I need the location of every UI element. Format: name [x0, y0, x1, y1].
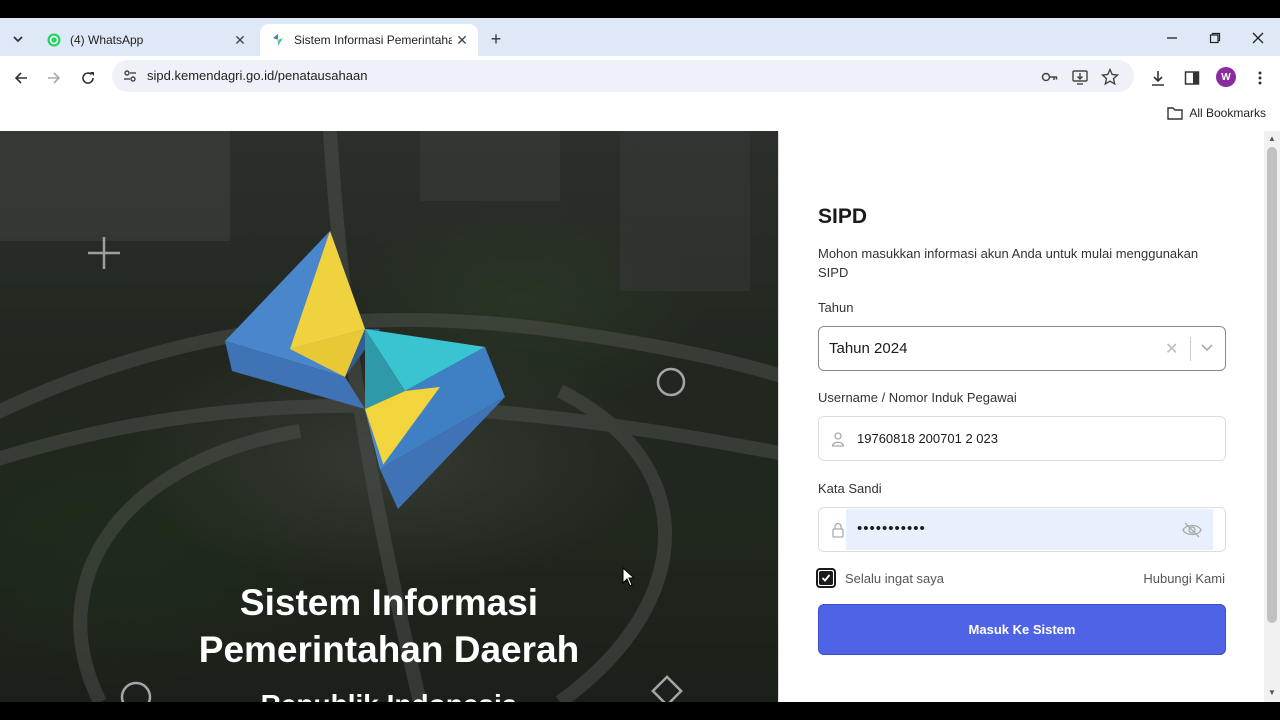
year-select[interactable]: Tahun 2024 ✕: [818, 326, 1226, 371]
scroll-down-icon[interactable]: ▼: [1268, 688, 1276, 697]
whatsapp-icon: [46, 32, 62, 48]
new-tab-button[interactable]: +: [484, 27, 508, 51]
sipd-logo: [225, 231, 505, 509]
forward-button[interactable]: [40, 64, 68, 92]
page-scrollbar[interactable]: ▲ ▼: [1264, 131, 1280, 702]
browser-toolbar: sipd.kemendagri.go.id/penatausahaan W: [0, 56, 1280, 100]
select-separator: [1190, 337, 1191, 361]
tab-sipd[interactable]: Sistem Informasi Pemerintahan ✕: [260, 24, 478, 56]
hero-title: Sistem Informasi Pemerintahan Daerah: [0, 579, 778, 673]
all-bookmarks-button[interactable]: All Bookmarks: [1167, 106, 1266, 120]
sipd-favicon-icon: [270, 32, 286, 48]
minimize-icon: [1167, 37, 1177, 39]
password-field[interactable]: •••••••••••: [818, 507, 1226, 552]
profile-avatar[interactable]: W: [1216, 67, 1236, 87]
remember-label[interactable]: Selalu ingat saya: [845, 571, 944, 586]
checkmark-icon: [821, 574, 831, 582]
tab-whatsapp[interactable]: (4) WhatsApp ✕: [36, 24, 256, 56]
all-bookmarks-label: All Bookmarks: [1189, 106, 1266, 120]
tab-title: Sistem Informasi Pemerintahan: [294, 33, 452, 47]
url-text: sipd.kemendagri.go.id/penatausahaan: [147, 68, 368, 83]
arrow-left-icon: [14, 72, 27, 84]
login-description: Mohon masukkan informasi akun Anda untuk…: [818, 246, 1199, 280]
site-settings-icon[interactable]: [122, 68, 138, 84]
username-value: 19760818 200701 2 023: [857, 431, 998, 446]
browser-chrome: (4) WhatsApp ✕ Sistem Informasi Pemerint…: [0, 18, 1280, 131]
arrow-right-icon: [48, 72, 61, 84]
eye-off-icon[interactable]: [1182, 521, 1202, 539]
login-button[interactable]: Masuk Ke Sistem: [818, 604, 1226, 655]
back-button[interactable]: [7, 64, 35, 92]
restore-button[interactable]: [1201, 26, 1229, 50]
user-icon: [831, 432, 845, 447]
screen-bottom-bar: [0, 702, 1280, 720]
year-select-value: Tahun 2024: [829, 340, 908, 357]
bookmarks-bar: All Bookmarks: [0, 100, 1280, 131]
lock-icon: [832, 522, 844, 538]
tab-search-button[interactable]: [6, 27, 30, 51]
remember-checkbox[interactable]: [816, 568, 836, 588]
chevron-down-icon[interactable]: [1200, 340, 1214, 354]
address-bar[interactable]: sipd.kemendagri.go.id/penatausahaan: [112, 60, 1134, 92]
password-value: •••••••••••: [857, 520, 926, 537]
star-icon[interactable]: [1101, 68, 1119, 86]
screen-top-bar: [0, 0, 1280, 18]
close-window-button[interactable]: [1244, 26, 1272, 50]
kebab-menu-icon[interactable]: [1250, 68, 1270, 88]
hero-background: Sistem Informasi Pemerintahan Daerah Rep…: [0, 131, 778, 702]
side-panel-icon[interactable]: [1182, 68, 1202, 88]
hero-title-line2: Pemerintahan Daerah: [198, 629, 580, 670]
folder-icon: [1167, 107, 1184, 120]
reload-button[interactable]: [74, 64, 102, 92]
login-title: SIPD: [818, 205, 868, 228]
download-icon[interactable]: [1148, 68, 1168, 88]
install-app-icon[interactable]: [1071, 68, 1089, 86]
scrollbar-thumb[interactable]: [1267, 147, 1277, 623]
page-content: Sistem Informasi Pemerintahan Daerah Rep…: [0, 131, 1280, 702]
restore-icon: [1209, 32, 1221, 44]
scroll-up-icon[interactable]: ▲: [1268, 134, 1276, 143]
clear-icon[interactable]: ✕: [1165, 339, 1178, 359]
minimize-button[interactable]: [1158, 26, 1186, 50]
username-field[interactable]: 19760818 200701 2 023: [818, 416, 1226, 461]
mouse-cursor-icon: [622, 567, 636, 587]
contact-link[interactable]: Hubungi Kami: [1143, 571, 1225, 586]
chevron-down-icon: [13, 36, 23, 43]
year-label: Tahun: [818, 300, 854, 315]
username-label: Username / Nomor Induk Pegawai: [818, 390, 1017, 405]
key-icon[interactable]: [1041, 68, 1059, 86]
password-label: Kata Sandi: [818, 481, 882, 496]
login-panel: SIPD Mohon masukkan informasi akun Anda …: [778, 131, 1264, 702]
reload-icon: [82, 72, 94, 84]
close-icon[interactable]: ✕: [230, 30, 250, 50]
hero-subtitle: Republik Indonesia: [0, 689, 778, 702]
tab-title: (4) WhatsApp: [70, 33, 144, 47]
close-icon: [1252, 32, 1264, 44]
hero-title-line1: Sistem Informasi: [239, 582, 539, 623]
close-icon[interactable]: ✕: [452, 30, 472, 50]
